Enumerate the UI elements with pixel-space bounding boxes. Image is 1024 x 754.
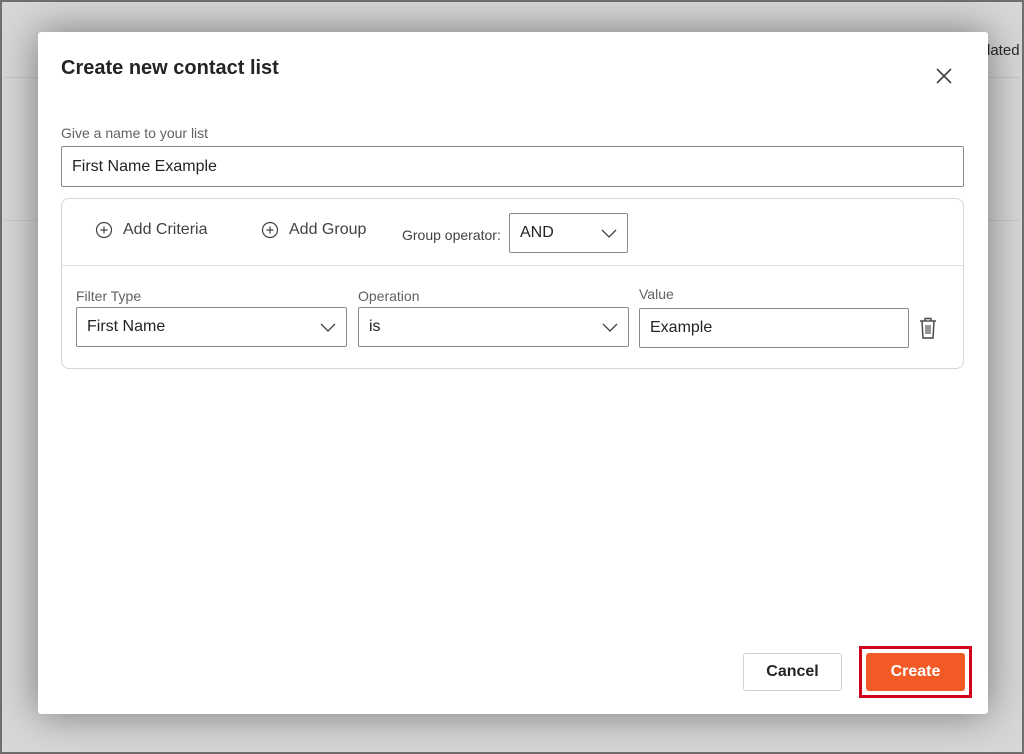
- criteria-group: Add Criteria Add Group Group operator: A…: [61, 198, 964, 369]
- filter-type-value: First Name: [87, 318, 166, 335]
- value-label: Value: [639, 286, 674, 302]
- chevron-down-icon: [320, 323, 336, 332]
- add-criteria-button[interactable]: Add Criteria: [95, 221, 207, 239]
- value-input[interactable]: [639, 308, 909, 348]
- filter-type-label: Filter Type: [76, 288, 142, 304]
- plus-circle-icon: [95, 221, 113, 239]
- add-criteria-label: Add Criteria: [123, 221, 208, 238]
- group-operator-value: AND: [520, 224, 554, 241]
- dialog-title: Create new contact list: [61, 57, 279, 79]
- close-icon[interactable]: [932, 64, 956, 88]
- group-operator-label: Group operator:: [402, 227, 501, 243]
- criteria-divider: [62, 265, 963, 266]
- operation-select[interactable]: is: [358, 307, 629, 347]
- group-operator-select[interactable]: AND: [509, 213, 628, 253]
- chevron-down-icon: [601, 229, 617, 238]
- cancel-button[interactable]: Cancel: [743, 653, 842, 691]
- create-contact-list-dialog: Create new contact list Give a name to y…: [38, 32, 988, 714]
- list-name-input[interactable]: [61, 146, 964, 187]
- trash-icon[interactable]: [918, 316, 938, 340]
- list-name-label: Give a name to your list: [61, 125, 209, 141]
- chevron-down-icon: [602, 323, 618, 332]
- operation-value: is: [369, 318, 381, 335]
- add-group-label: Add Group: [289, 221, 367, 238]
- filter-type-select[interactable]: First Name: [76, 307, 347, 347]
- operation-label: Operation: [358, 288, 420, 304]
- add-group-button[interactable]: Add Group: [261, 221, 366, 239]
- create-button[interactable]: Create: [866, 653, 965, 691]
- plus-circle-icon: [261, 221, 279, 239]
